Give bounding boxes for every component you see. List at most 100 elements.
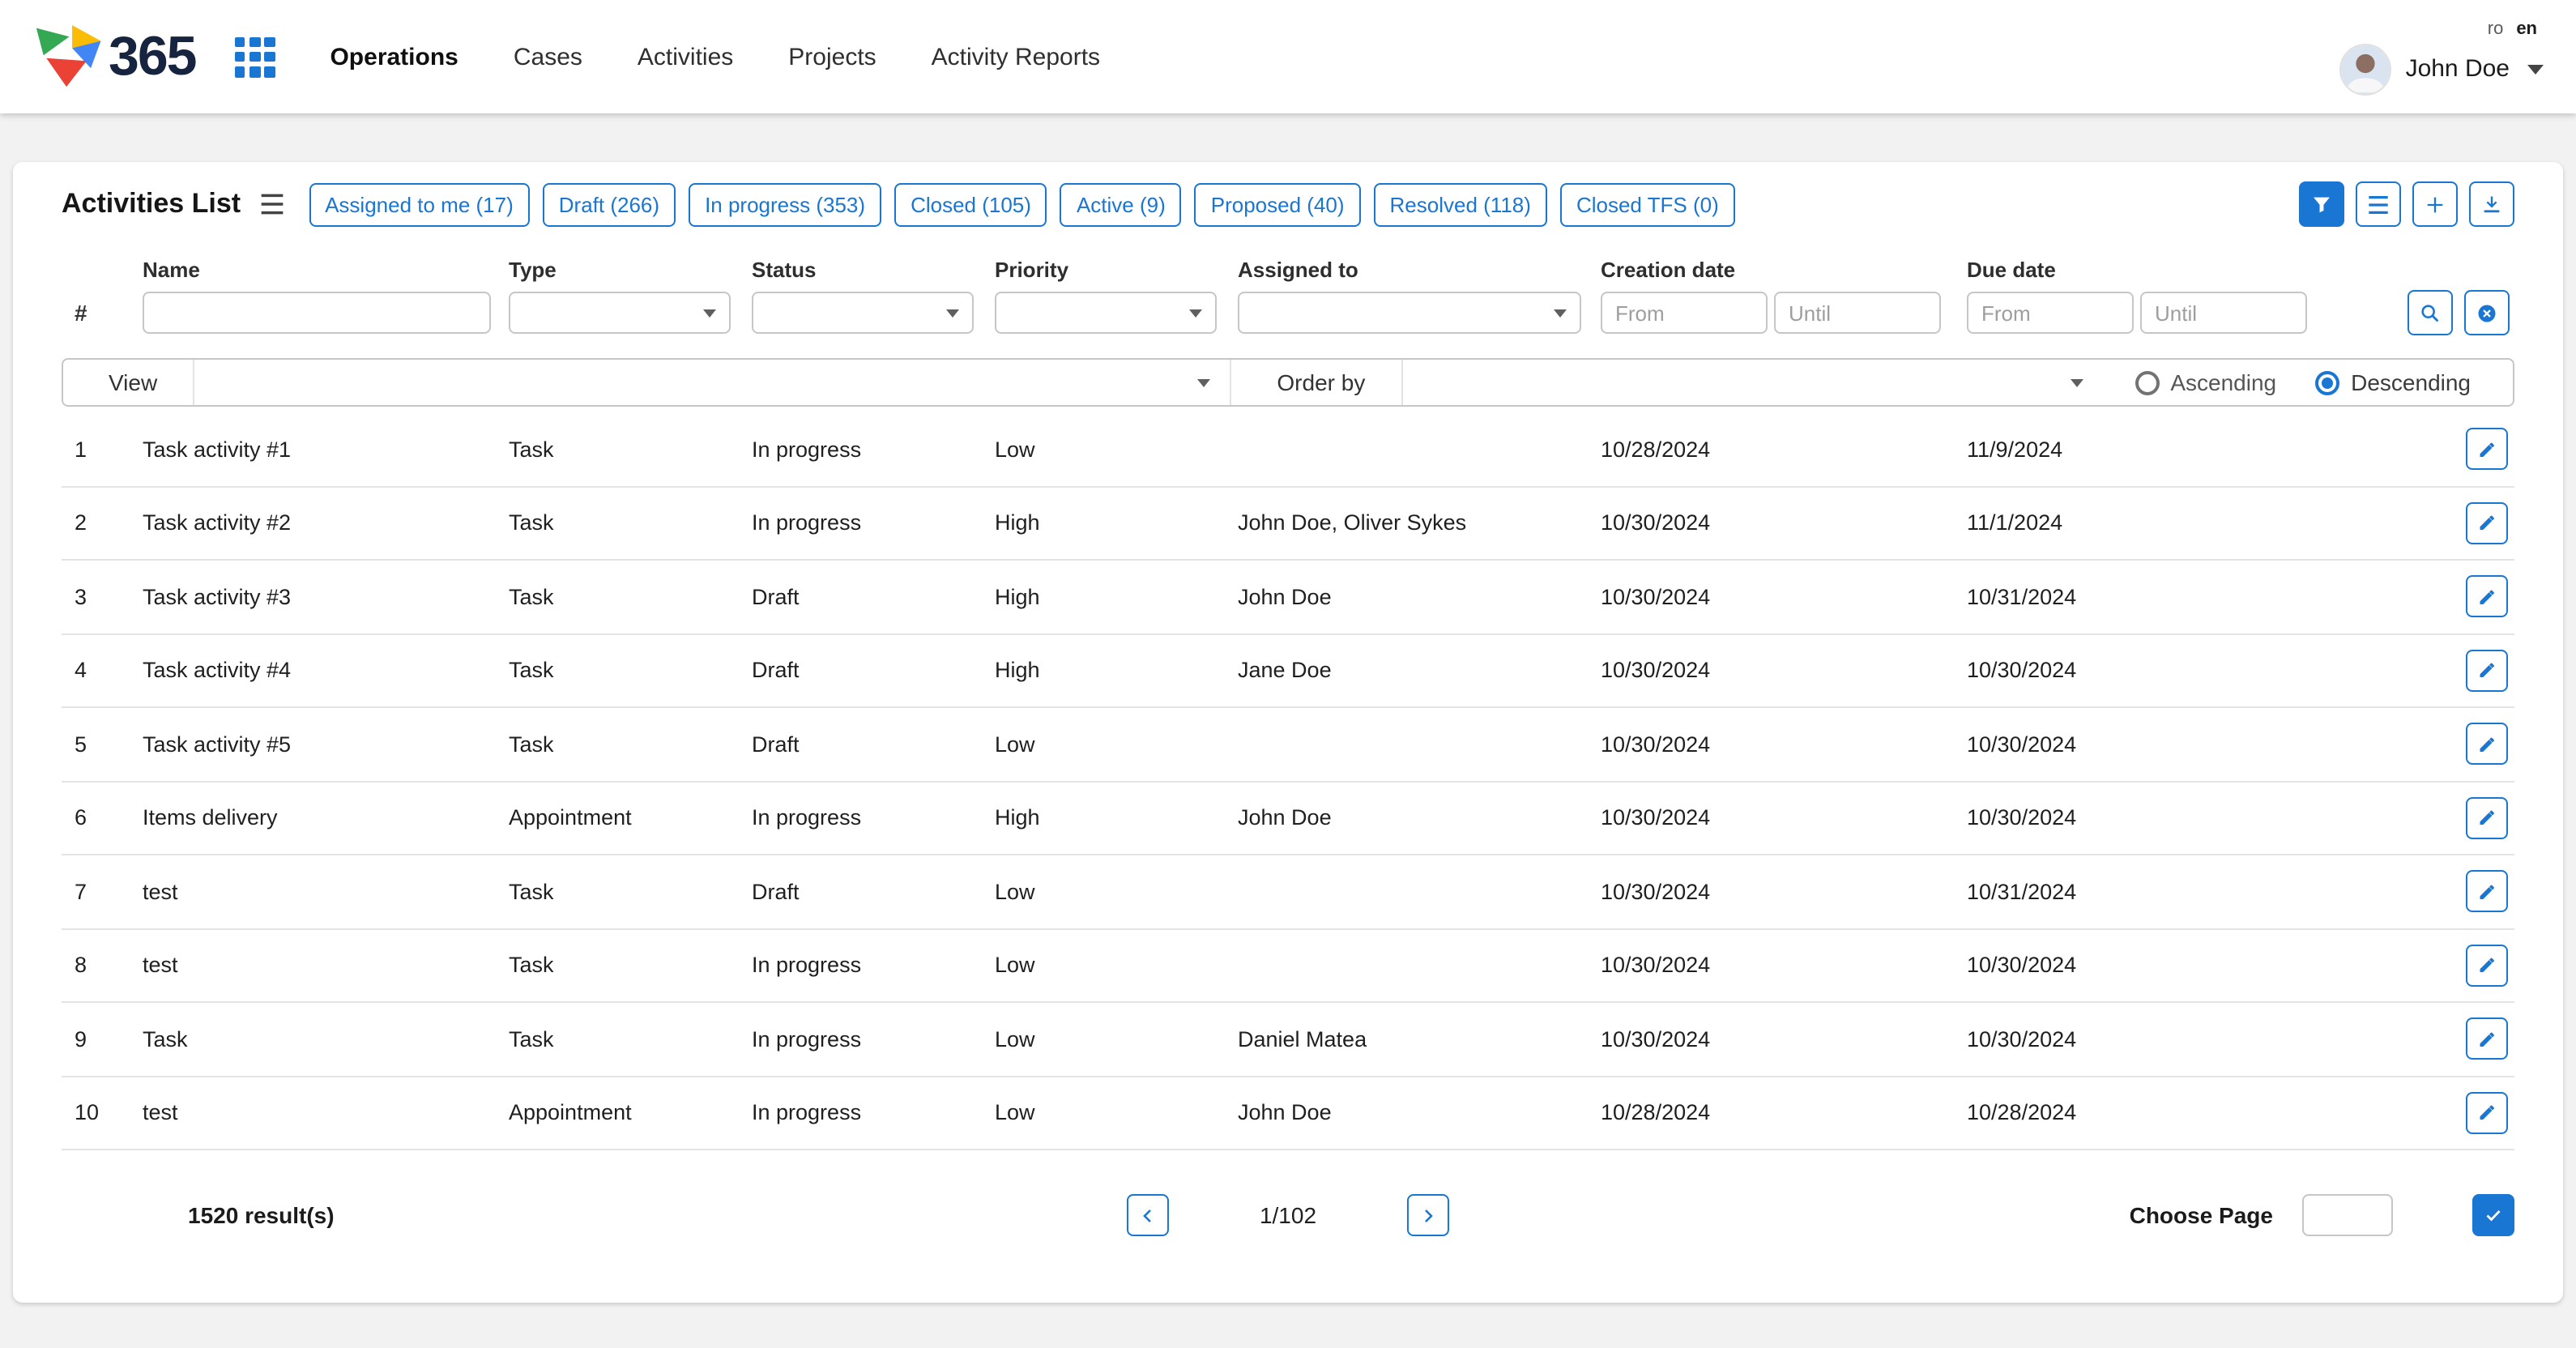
main-nav: Operations Cases Activities Projects Activit… [326,36,1103,77]
choose-page-input[interactable] [2302,1194,2393,1236]
due-from-input[interactable] [1967,292,2134,334]
edit-button[interactable] [2466,429,2508,471]
radio-circle-icon [2315,370,2339,395]
nav-item-cases[interactable]: Cases [510,36,586,77]
filter-chip[interactable]: In progress (353) [689,182,881,226]
download-button[interactable] [2469,181,2514,227]
edit-button[interactable] [2466,797,2508,839]
go-to-page-button[interactable] [2472,1194,2514,1236]
pencil-icon [2477,1029,2497,1050]
prev-page-button[interactable] [1127,1194,1169,1236]
add-button[interactable] [2412,181,2458,227]
cell-priority: High [995,511,1238,535]
edit-button[interactable] [2466,1092,2508,1134]
cell-assigned-to: Daniel Matea [1238,1027,1601,1052]
filter-chip[interactable]: Active (9) [1060,182,1182,226]
due-until-input[interactable] [2140,292,2307,334]
cell-due-date: 10/28/2024 [1967,1101,2312,1125]
reset-filters-button[interactable] [2464,290,2510,335]
results-count: 1520 result(s) [188,1202,335,1228]
radio-descending[interactable]: Descending [2315,369,2471,395]
page-indicator: 1/102 [1260,1202,1316,1228]
cell-assigned-to: John Doe, Oliver Sykes [1238,511,1601,535]
filter-chip[interactable]: Closed TFS (0) [1560,182,1735,226]
cell-name: Task activity #5 [143,732,509,757]
cell-type: Task [509,1027,752,1052]
nav-item-projects[interactable]: Projects [785,36,879,77]
edit-button[interactable] [2466,945,2508,987]
edit-button[interactable] [2466,650,2508,692]
list-icon [2367,194,2390,215]
edit-button[interactable] [2466,871,2508,913]
creation-from-input[interactable] [1601,292,1768,334]
pencil-icon [2477,881,2497,902]
cell-due-date: 10/30/2024 [1967,1027,2312,1052]
logo-icon [29,23,104,91]
language-switcher: ro en [2488,19,2537,38]
search-button[interactable] [2408,290,2453,335]
table-body: 1 Task activity #1 Task In progress Low … [62,413,2514,1150]
cell-name: test [143,1101,509,1125]
cell-status: In progress [752,806,995,830]
filter-chip[interactable]: Assigned to me (17) [309,182,530,226]
name-label: Name [143,258,509,282]
edit-button[interactable] [2466,723,2508,766]
order-by-select[interactable] [1401,360,2102,405]
cell-due-date: 10/30/2024 [1967,953,2312,978]
status-select[interactable] [752,292,974,334]
user-menu[interactable]: John Doe [2339,43,2544,95]
cell-creation-date: 10/30/2024 [1601,732,1967,757]
row-number: 6 [62,806,143,830]
cell-priority: Low [995,880,1238,904]
cell-name: Task activity #2 [143,511,509,535]
edit-button[interactable] [2466,576,2508,618]
radio-ascending[interactable]: Ascending [2135,369,2276,395]
cell-type: Task [509,953,752,978]
cell-type: Task [509,732,752,757]
lang-en[interactable]: en [2516,19,2537,38]
type-select[interactable] [509,292,731,334]
cell-assigned-to: Jane Doe [1238,659,1601,683]
assigned-to-select[interactable] [1238,292,1581,334]
name-input[interactable] [143,292,491,334]
nav-item-operations[interactable]: Operations [326,36,461,77]
apps-grid-icon[interactable] [234,36,275,77]
cell-name: Task activity #4 [143,659,509,683]
order-by-label: Order by [1231,369,1401,395]
cell-creation-date: 10/30/2024 [1601,511,1967,535]
creation-until-input[interactable] [1774,292,1941,334]
row-number: 7 [62,880,143,904]
list-menu-icon[interactable] [258,193,284,215]
brand-logo[interactable]: 365 [29,23,195,91]
nav-right: ro en John Doe [2339,12,2544,101]
priority-select[interactable] [995,292,1217,334]
filter-chip[interactable]: Resolved (118) [1374,182,1547,226]
header-actions [2299,181,2514,227]
cell-status: Draft [752,659,995,683]
chevron-down-icon [1197,378,1210,386]
view-select[interactable] [193,360,1230,405]
cell-assigned-to: John Doe [1238,806,1601,830]
filter-inputs-row: # [62,290,2514,335]
edit-button[interactable] [2466,502,2508,544]
filter-button[interactable] [2299,181,2344,227]
cell-priority: Low [995,1101,1238,1125]
clear-icon [2476,299,2498,326]
nav-item-activities[interactable]: Activities [634,36,736,77]
lang-ro[interactable]: ro [2488,19,2504,38]
pencil-icon [2477,955,2497,976]
chevron-left-icon [1138,1205,1158,1226]
edit-button[interactable] [2466,1018,2508,1060]
cell-due-date: 11/1/2024 [1967,511,2312,535]
top-navbar: 365 Operations Cases Activities Projects Act… [0,0,2576,113]
cell-type: Task [509,585,752,609]
user-name: John Doe [2406,55,2510,83]
cell-creation-date: 10/28/2024 [1601,1101,1967,1125]
filter-chip[interactable]: Closed (105) [894,182,1047,226]
next-page-button[interactable] [1407,1194,1449,1236]
nav-item-activity-reports[interactable]: Activity Reports [928,36,1103,77]
cell-creation-date: 10/30/2024 [1601,659,1967,683]
list-view-button[interactable] [2356,181,2401,227]
filter-chip[interactable]: Draft (266) [543,182,676,226]
filter-chip[interactable]: Proposed (40) [1195,182,1361,226]
